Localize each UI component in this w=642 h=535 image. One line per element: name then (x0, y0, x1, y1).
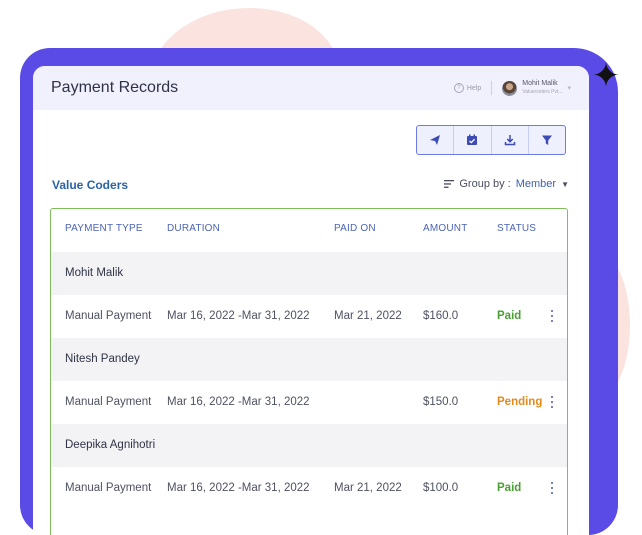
chevron-down-icon: ▾ (567, 85, 571, 92)
filter-icon (541, 135, 552, 145)
row-actions-button[interactable] (549, 395, 555, 409)
avatar (502, 80, 518, 96)
page-title: Payment Records (51, 79, 179, 96)
toolbar (416, 125, 566, 155)
column-header: PAID ON (334, 223, 376, 234)
paid-on: Mar 21, 2022 (334, 482, 402, 494)
duration: Mar 16, 2022 -Mar 31, 2022 (167, 310, 310, 322)
filter-button[interactable] (529, 126, 565, 154)
status-badge: Pending (497, 396, 543, 408)
amount: $160.0 (423, 310, 459, 322)
calendar-check-icon (467, 134, 478, 145)
divider (491, 81, 493, 95)
help-link[interactable]: ? Help (453, 83, 482, 93)
payment-type: Manual Payment (65, 396, 152, 408)
row-actions-button[interactable] (549, 309, 555, 323)
help-icon: ? (453, 83, 464, 93)
column-header: AMOUNT (423, 223, 468, 234)
group-by-label: Group by : (459, 178, 511, 190)
payment-type: Manual Payment (65, 310, 152, 322)
user-menu[interactable]: Mohit Malik Valuecoders Pvt... ▾ (502, 79, 571, 97)
member-name: Mohit Malik (65, 267, 124, 279)
table-row: Manual Payment Mar 16, 2022 -Mar 31, 202… (51, 295, 567, 338)
group-row: Nitesh Pandey (51, 338, 567, 381)
payment-records-panel: Payment Records ? Help Mohit Malik Value… (33, 66, 589, 535)
column-header: STATUS (497, 223, 537, 234)
help-label: Help (466, 84, 482, 92)
header-actions: ? Help Mohit Malik Valuecoders Pvt... ▾ (453, 66, 571, 110)
table-row: Manual Payment Mar 16, 2022 -Mar 31, 202… (51, 467, 567, 510)
table-row: Manual Payment Mar 16, 2022 -Mar 31, 202… (51, 381, 567, 424)
paid-on: Mar 21, 2022 (334, 310, 402, 322)
status-badge: Paid (497, 482, 522, 494)
calendar-button[interactable] (454, 126, 492, 154)
group-lines-icon (444, 180, 455, 188)
panel-header: Payment Records ? Help Mohit Malik Value… (33, 66, 589, 110)
column-header: PAYMENT TYPE (65, 223, 143, 234)
user-name: Mohit Malik (522, 80, 558, 87)
member-name: Deepika Agnihotri (65, 439, 156, 451)
chevron-down-icon: ▼ (561, 179, 569, 189)
send-icon (430, 135, 441, 145)
organization-name: Value Coders (52, 178, 129, 192)
download-icon (504, 135, 515, 146)
amount: $100.0 (423, 482, 459, 494)
member-name: Nitesh Pandey (65, 353, 140, 365)
group-by-value: Member (515, 178, 557, 190)
sparkle-icon: ✦ (591, 56, 621, 96)
status-badge: Paid (497, 310, 522, 322)
column-header: DURATION (167, 223, 221, 234)
table-header: PAYMENT TYPE DURATION PAID ON AMOUNT STA… (51, 209, 567, 252)
duration: Mar 16, 2022 -Mar 31, 2022 (167, 396, 310, 408)
payments-table: PAYMENT TYPE DURATION PAID ON AMOUNT STA… (50, 208, 568, 535)
row-actions-button[interactable] (549, 481, 555, 495)
user-org: Valuecoders Pvt... (522, 89, 563, 95)
group-by-selector[interactable]: Group by : Member ▼ (444, 178, 569, 190)
group-row: Mohit Malik (51, 252, 567, 295)
duration: Mar 16, 2022 -Mar 31, 2022 (167, 482, 310, 494)
send-button[interactable] (417, 126, 455, 154)
group-row: Deepika Agnihotri (51, 424, 567, 467)
amount: $150.0 (423, 396, 459, 408)
payment-type: Manual Payment (65, 482, 152, 494)
download-button[interactable] (492, 126, 529, 154)
